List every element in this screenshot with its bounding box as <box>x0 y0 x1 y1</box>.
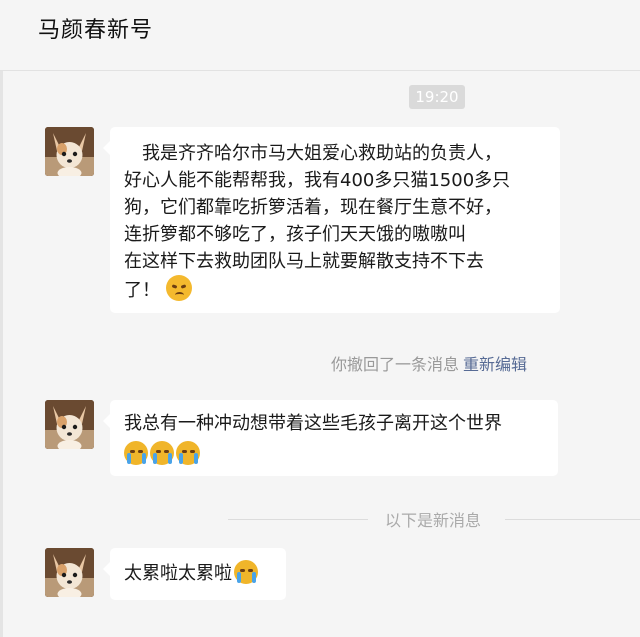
message-bubble[interactable]: 我总有一种冲动想带着这些毛孩子离开这个世界 <box>103 400 558 476</box>
message-text-line: 好心人能不能帮帮我，我有400多只猫1500多只 <box>124 170 511 191</box>
crying-face-emoji-icon <box>124 441 148 465</box>
message-text-line: 我是齐齐哈尔市马大姐爱心救助站的负责人， <box>124 143 502 164</box>
message-bubble[interactable]: 我是齐齐哈尔市马大姐爱心救助站的负责人， 好心人能不能帮帮我，我有400多只猫1… <box>103 127 560 313</box>
avatar[interactable] <box>45 548 94 597</box>
message-text-line: 在这样下去救助团队马上就要解散支持不下去 <box>124 251 484 272</box>
re-edit-link[interactable]: 重新编辑 <box>463 355 527 374</box>
chihuahua-avatar-icon <box>45 127 94 176</box>
crying-face-emoji-icon <box>150 441 174 465</box>
message-text-line: 我总有一种冲动想带着这些毛孩子离开这个世界 <box>124 413 502 434</box>
recall-notice: 你撤回了一条消息 重新编辑 <box>331 351 527 375</box>
chat-title: 马颜春新号 <box>38 18 154 43</box>
chihuahua-avatar-icon <box>45 548 94 597</box>
message-bubble[interactable]: 太累啦太累啦 <box>103 548 286 600</box>
new-messages-divider-line <box>228 519 368 520</box>
new-messages-divider-label: 以下是新消息 <box>385 511 482 530</box>
window-left-border <box>0 0 3 637</box>
message-text-line: 太累啦太累啦 <box>124 563 232 584</box>
avatar[interactable] <box>45 127 94 176</box>
crying-face-emoji-icon <box>234 560 258 584</box>
crying-face-emoji-icon <box>176 441 200 465</box>
avatar[interactable] <box>45 400 94 449</box>
message-timestamp: 19:20 <box>409 85 465 109</box>
new-messages-divider-line <box>505 519 640 520</box>
message-text-line: 连折箩都不够吃了，孩子们天天饿的嗷嗷叫 <box>124 224 466 245</box>
recall-notice-text: 你撤回了一条消息 <box>331 355 460 374</box>
message-text-line: 狗，它们都靠吃折箩活着，现在餐厅生意不好， <box>124 197 502 218</box>
chat-header: 马颜春新号 <box>0 0 640 71</box>
message-text-line: 了！ <box>124 280 160 301</box>
chihuahua-avatar-icon <box>45 400 94 449</box>
angry-face-emoji-icon <box>166 275 192 301</box>
